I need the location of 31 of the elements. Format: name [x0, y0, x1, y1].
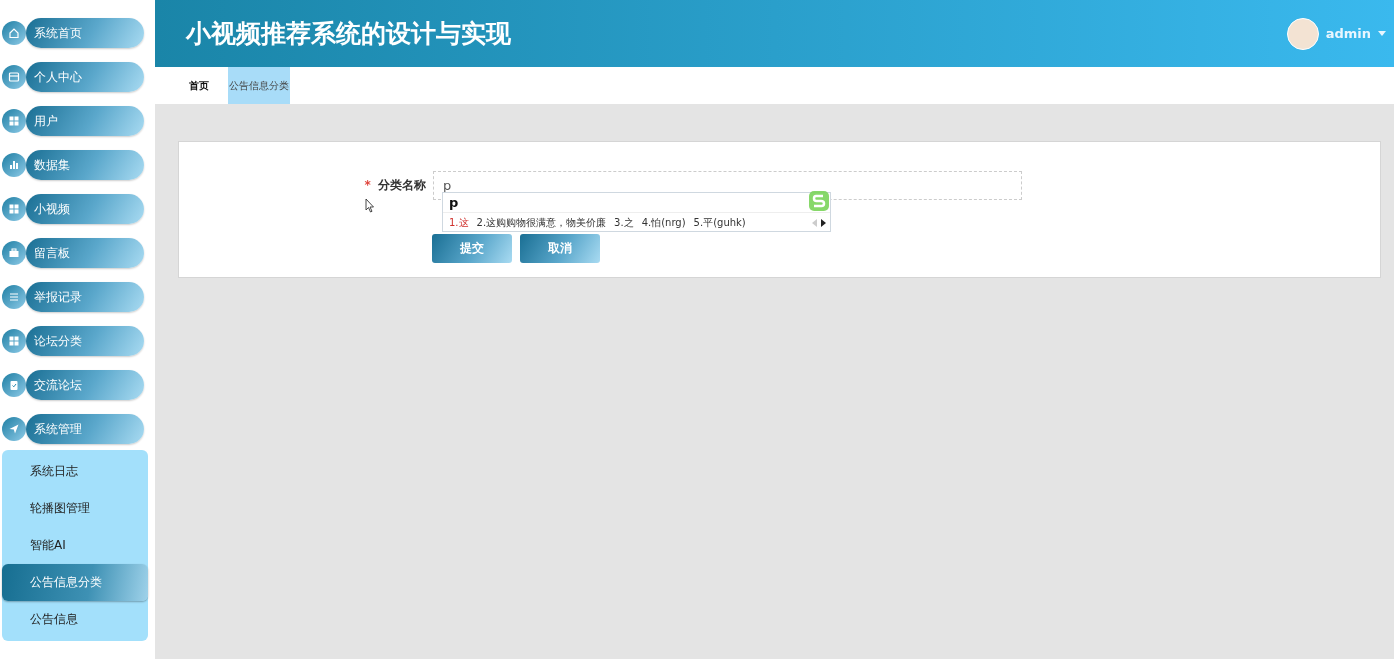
submenu-item[interactable]: 系统日志: [2, 453, 148, 490]
ime-candidate[interactable]: 1.这: [449, 215, 469, 230]
next-icon[interactable]: [821, 218, 826, 227]
ime-candidate[interactable]: 2.这购购物很满意，物美价廉: [476, 215, 607, 230]
menu-item[interactable]: 系统管理: [26, 414, 144, 444]
submenu-item[interactable]: 轮播图管理: [2, 490, 148, 527]
required-mark: *: [364, 178, 371, 192]
form-button[interactable]: 提交: [432, 234, 512, 263]
tab[interactable]: 首页: [178, 67, 220, 104]
menu-item[interactable]: 数据集: [26, 150, 144, 180]
tab[interactable]: 公告信息分类: [228, 67, 290, 104]
menu-item[interactable]: 用户: [26, 106, 144, 136]
caret-icon[interactable]: [1378, 31, 1386, 36]
menu-item[interactable]: 小视频: [26, 194, 144, 224]
form-button[interactable]: 取消: [520, 234, 600, 263]
avatar[interactable]: [1286, 17, 1319, 50]
ime-candidate[interactable]: 5.平(guhk): [693, 215, 746, 230]
mouse-pointer-icon: [365, 198, 375, 213]
menu-item[interactable]: 交流论坛: [26, 370, 144, 400]
menu-item[interactable]: 留言板: [26, 238, 144, 268]
submenu-item[interactable]: 智能AI: [2, 527, 148, 564]
menu-item[interactable]: 举报记录: [26, 282, 144, 312]
menu-item[interactable]: 论坛分类: [26, 326, 144, 356]
ime-candidate[interactable]: 4.怕(nrg): [641, 215, 686, 230]
menu-item[interactable]: 个人中心: [26, 62, 144, 92]
submenu-item[interactable]: 公告信息: [2, 601, 148, 638]
app-title: 小视频推荐系统的设计与实现: [186, 18, 511, 50]
submenu-item[interactable]: 公告信息分类: [2, 564, 148, 601]
field-label-text: 分类名称: [378, 178, 426, 192]
ime-candidate[interactable]: 3.之: [614, 215, 634, 230]
menu-item[interactable]: 系统首页: [26, 18, 144, 48]
